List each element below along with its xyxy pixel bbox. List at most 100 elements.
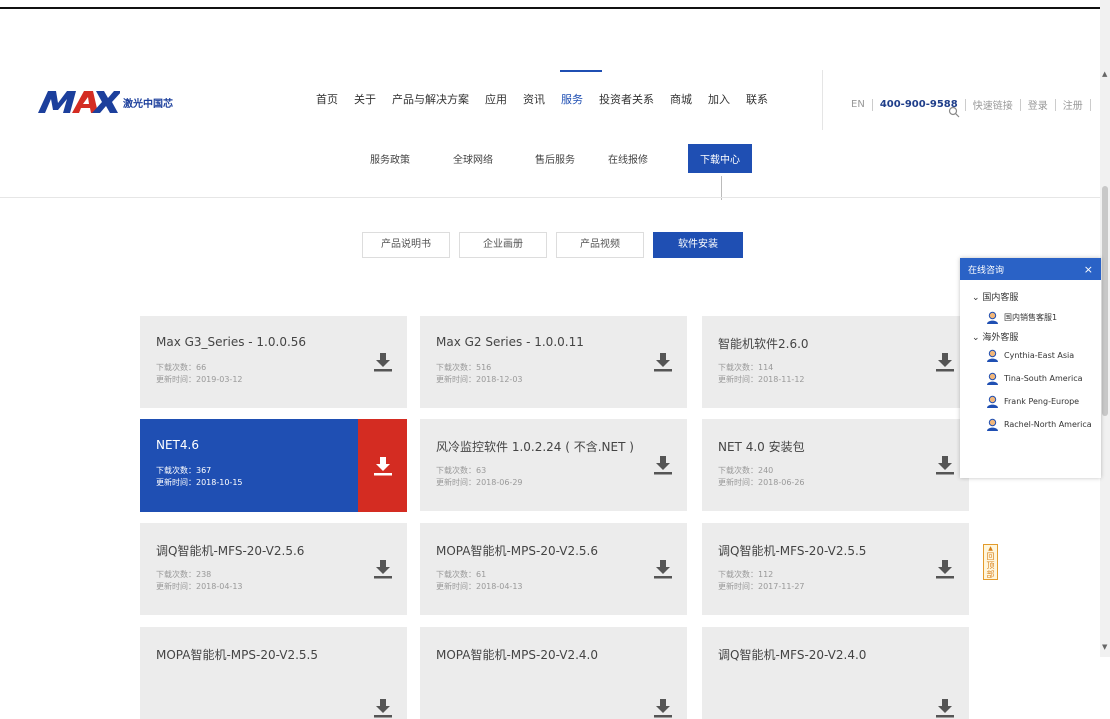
download-icon (373, 560, 392, 579)
subnav-download-center[interactable]: 下载中心 (688, 144, 752, 173)
nav-item-products[interactable]: 产品与解决方案 (392, 91, 469, 107)
service-subnav: 服务政策 全球网络 售后服务 在线报修 下载中心 (0, 144, 1100, 176)
nav-item-contact[interactable]: 联系 (746, 91, 768, 107)
chat-header: 在线咨询 × (960, 258, 1101, 280)
chat-agent[interactable]: 国内销售客服1 (960, 311, 1101, 324)
subnav-online-repair[interactable]: 在线报修 (608, 151, 648, 166)
nav-item-about[interactable]: 关于 (354, 91, 376, 107)
update-time-label: 更新时间： (436, 375, 476, 384)
scrollbar-thumb[interactable] (1102, 186, 1108, 416)
tab-company-brochure[interactable]: 企业画册 (459, 232, 547, 258)
download-button[interactable] (638, 627, 687, 719)
download-card[interactable]: NET 4.0 安装包下载次数：240 更新时间：2018-06-26 (702, 419, 969, 511)
quick-links[interactable]: 快速链接 (973, 97, 1013, 112)
download-meta: 下载次数：367 更新时间：2018-10-15 (156, 465, 243, 489)
search-icon[interactable] (948, 106, 960, 118)
download-title[interactable]: 调Q智能机-MFS-20-V2.5.5 (718, 542, 866, 559)
download-button[interactable] (358, 316, 407, 408)
download-title[interactable]: 风冷监控软件 1.0.2.24 ( 不含.NET ) (436, 438, 634, 455)
download-meta: 下载次数：240 更新时间：2018-06-26 (718, 465, 805, 489)
download-card[interactable]: 智能机软件2.6.0 下载次数：114 更新时间：2018-11-12 (702, 316, 969, 408)
download-button[interactable] (920, 627, 969, 719)
download-card[interactable]: MOPA智能机-MPS-20-V2.5.5 (140, 627, 407, 719)
download-count: 516 (476, 363, 492, 372)
separator (1019, 98, 1021, 111)
download-title[interactable]: 调Q智能机-MFS-20-V2.5.6 (156, 542, 304, 559)
download-count: 367 (196, 466, 212, 475)
subnav-after-sales[interactable]: 售后服务 (535, 151, 575, 166)
site-logo[interactable]: 激光中国芯 (36, 84, 173, 114)
main-nav: 首页 关于 产品与解决方案 应用 资讯 服务 投资者关系 商城 加入 联系 (316, 91, 784, 107)
chat-agent[interactable]: Rachel-North America (960, 418, 1101, 431)
download-meta: 下载次数：61 更新时间：2018-04-13 (436, 569, 523, 593)
download-card[interactable]: NET4.6 下载次数：367 更新时间：2018-10-15 (140, 419, 407, 512)
chat-agent[interactable]: Cynthia-East Asia (960, 349, 1101, 362)
update-time-label: 更新时间： (436, 478, 476, 487)
back-to-top-button[interactable]: ▲ 回顶部 (983, 544, 998, 580)
download-title[interactable]: MOPA智能机-MPS-20-V2.5.6 (436, 542, 598, 559)
download-title[interactable]: NET 4.0 安装包 (718, 438, 805, 455)
nav-item-join[interactable]: 加入 (708, 91, 730, 107)
tab-product-video[interactable]: 产品视频 (556, 232, 644, 258)
scroll-up-arrow[interactable]: ▲ (1102, 70, 1107, 78)
download-meta: 下载次数：238 更新时间：2018-04-13 (156, 569, 243, 593)
download-button[interactable] (638, 419, 687, 511)
agent-avatar-icon (987, 372, 998, 385)
page-scrollbar[interactable]: ▲ ▼ (1100, 0, 1110, 657)
scroll-down-arrow[interactable]: ▼ (1102, 643, 1107, 651)
download-card[interactable]: Max G3_Series - 1.0.0.56 下载次数：66 更新时间：2019… (140, 316, 407, 408)
language-switch[interactable]: EN (851, 99, 865, 110)
nav-item-shop[interactable]: 商城 (670, 91, 692, 107)
update-time-label: 更新时间： (436, 582, 476, 591)
chat-group-overseas[interactable]: ⌄ 海外客服 (960, 330, 1101, 343)
download-count-label: 下载次数： (436, 570, 476, 579)
chat-group-domestic[interactable]: ⌄ 国内客服 (960, 290, 1101, 303)
subnav-global-network[interactable]: 全球网络 (453, 151, 493, 166)
download-title[interactable]: Max G2 Series - 1.0.0.11 (436, 335, 584, 349)
nav-item-service[interactable]: 服务 (561, 91, 583, 107)
update-time-label: 更新时间： (156, 582, 196, 591)
download-title[interactable]: 调Q智能机-MFS-20-V2.4.0 (718, 646, 866, 663)
header-utility-links: EN 400-900-9588 快速链接 登录 注册 (851, 97, 1098, 112)
download-card[interactable]: MOPA智能机-MPS-20-V2.4.0 (420, 627, 687, 719)
tab-product-manual[interactable]: 产品说明书 (362, 232, 450, 258)
nav-item-news[interactable]: 资讯 (523, 91, 545, 107)
separator (964, 98, 966, 111)
download-title[interactable]: 智能机软件2.6.0 (718, 335, 809, 352)
register-link[interactable]: 注册 (1063, 97, 1083, 112)
download-button[interactable] (358, 627, 407, 719)
hotline-number: 400-900-9588 (879, 99, 958, 110)
nav-item-home[interactable]: 首页 (316, 91, 338, 107)
download-button[interactable] (638, 523, 687, 615)
download-title[interactable]: MOPA智能机-MPS-20-V2.5.5 (156, 646, 318, 663)
download-title[interactable]: NET4.6 (156, 438, 199, 452)
subnav-service-policy[interactable]: 服务政策 (370, 151, 410, 166)
tab-software-install[interactable]: 软件安装 (653, 232, 743, 258)
chat-close-button[interactable]: × (1084, 263, 1093, 276)
login-link[interactable]: 登录 (1028, 97, 1048, 112)
download-card[interactable]: 调Q智能机-MFS-20-V2.5.6 下载次数：238 更新时间：2018-04-… (140, 523, 407, 615)
up-arrow-icon: ▲ (988, 545, 993, 552)
chat-agent[interactable]: Tina-South America (960, 372, 1101, 385)
logo-tagline: 激光中国芯 (123, 99, 173, 110)
nav-item-applications[interactable]: 应用 (485, 91, 507, 107)
download-icon (653, 353, 672, 372)
download-title[interactable]: Max G3_Series - 1.0.0.56 (156, 335, 306, 349)
chat-group-label: 海外客服 (982, 333, 1019, 343)
download-card[interactable]: Max G2 Series - 1.0.0.11 下载次数：516 更新时间：201… (420, 316, 687, 408)
download-card[interactable]: 调Q智能机-MFS-20-V2.4.0 (702, 627, 969, 719)
download-button[interactable] (638, 316, 687, 408)
nav-item-investors[interactable]: 投资者关系 (599, 91, 654, 107)
chat-agent[interactable]: Frank Peng-Europe (960, 395, 1101, 408)
download-count-label: 下载次数： (156, 363, 196, 372)
max-logo-mark (38, 91, 120, 113)
download-title[interactable]: MOPA智能机-MPS-20-V2.4.0 (436, 646, 598, 663)
download-count: 112 (758, 570, 774, 579)
download-card[interactable]: MOPA智能机-MPS-20-V2.5.6 下载次数：61 更新时间：2018-04… (420, 523, 687, 615)
download-icon (653, 699, 672, 718)
download-button[interactable] (358, 419, 407, 512)
download-card[interactable]: 调Q智能机-MFS-20-V2.5.5 下载次数：112 更新时间：2017-11-… (702, 523, 969, 615)
download-card[interactable]: 风冷监控软件 1.0.2.24 ( 不含.NET ) 下载次数：63 更新时间：20… (420, 419, 687, 511)
download-button[interactable] (920, 523, 969, 615)
download-button[interactable] (358, 523, 407, 615)
